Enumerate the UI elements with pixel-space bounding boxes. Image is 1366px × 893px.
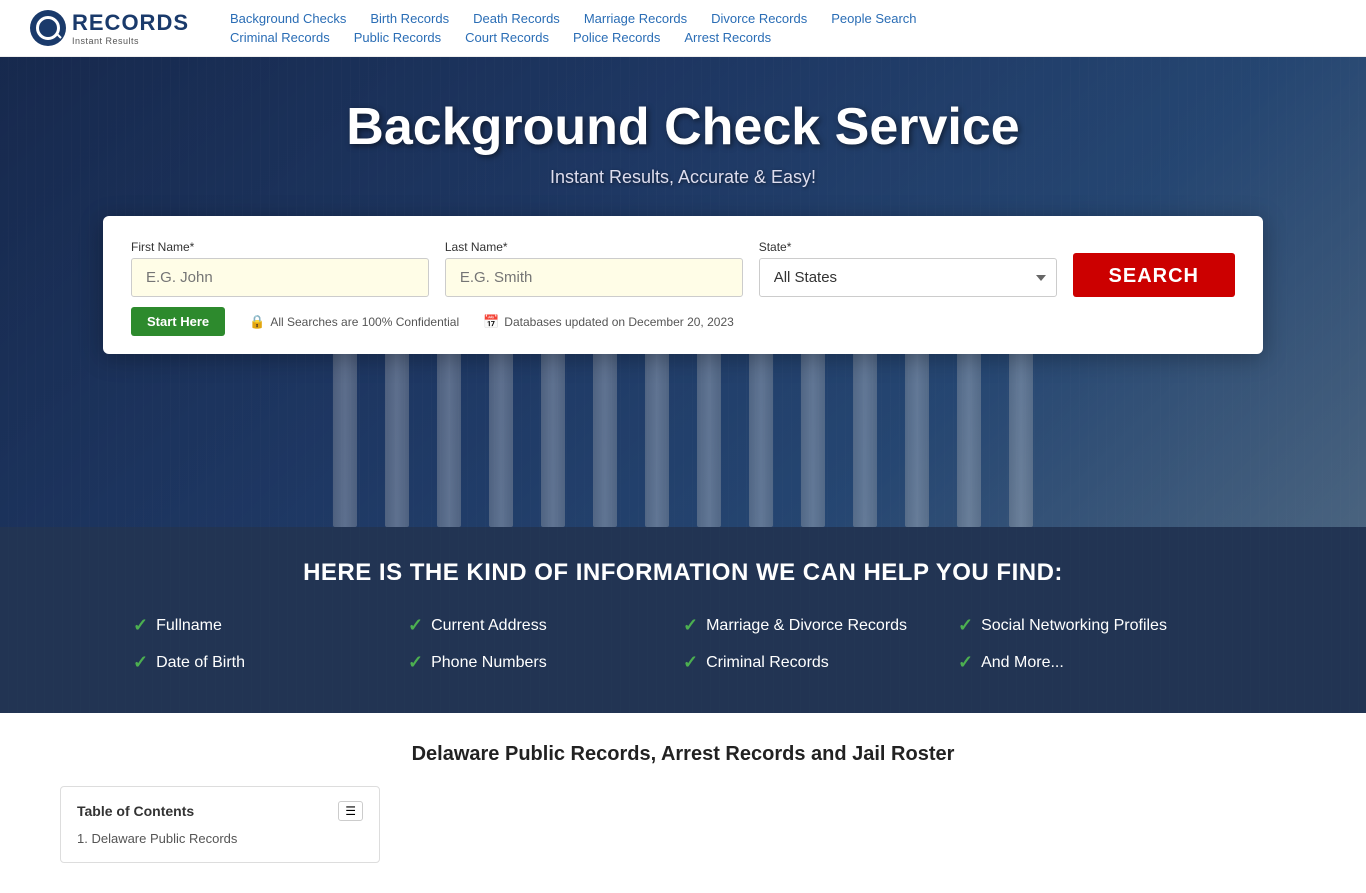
info-item: ✓ Marriage & Divorce Records xyxy=(683,611,958,640)
nav-link-public-records[interactable]: Public Records xyxy=(354,30,441,45)
nav-row-1: Background Checks Birth Records Death Reco… xyxy=(230,11,1336,26)
check-icon: ✓ xyxy=(958,652,973,673)
hero-subtitle: Instant Results, Accurate & Easy! xyxy=(550,167,816,188)
info-item: ✓ Social Networking Profiles xyxy=(958,611,1233,640)
info-item: ✓ Criminal Records xyxy=(683,648,958,677)
info-item-label: Fullname xyxy=(156,617,222,635)
nav-link-police-records[interactable]: Police Records xyxy=(573,30,660,45)
info-item: ✓ And More... xyxy=(958,648,1233,677)
logo-icon xyxy=(30,10,66,46)
check-icon: ✓ xyxy=(133,615,148,636)
check-icon: ✓ xyxy=(133,652,148,673)
info-item-label: Marriage & Divorce Records xyxy=(706,617,907,635)
hero-content: Background Check Service Instant Results… xyxy=(0,57,1366,354)
info-item: ✓ Current Address xyxy=(408,611,683,640)
nav-link-death-records[interactable]: Death Records xyxy=(473,11,560,26)
first-name-group: First Name* xyxy=(131,240,429,297)
nav-link-divorce-records[interactable]: Divorce Records xyxy=(711,11,807,26)
site-header: RECORDS Instant Results Background Check… xyxy=(0,0,1366,57)
confidential-label: All Searches are 100% Confidential xyxy=(270,315,459,329)
check-icon: ✓ xyxy=(683,652,698,673)
info-item-label: And More... xyxy=(981,654,1064,672)
check-icon: ✓ xyxy=(683,615,698,636)
nav-link-court-records[interactable]: Court Records xyxy=(465,30,549,45)
last-name-label: Last Name* xyxy=(445,240,743,254)
nav-rows: Background Checks Birth Records Death Reco… xyxy=(230,11,1336,45)
logo-text-area: RECORDS Instant Results xyxy=(72,10,189,46)
toc-box: Table of Contents ☰ 1. Delaware Public R… xyxy=(60,786,380,863)
lock-icon: 🔒 xyxy=(249,314,265,330)
search-box: First Name* Last Name* State* All States… xyxy=(103,216,1263,354)
first-name-label: First Name* xyxy=(131,240,429,254)
state-label: State* xyxy=(759,240,1057,254)
logo-subtext: Instant Results xyxy=(72,36,189,46)
info-item: ✓ Date of Birth xyxy=(133,648,408,677)
nav-link-background-checks[interactable]: Background Checks xyxy=(230,11,346,26)
db-updated-label: Databases updated on December 20, 2023 xyxy=(504,315,734,329)
nav-link-birth-records[interactable]: Birth Records xyxy=(370,11,449,26)
toc-heading: Table of Contents xyxy=(77,803,194,819)
search-fields: First Name* Last Name* State* All States… xyxy=(131,240,1235,297)
info-item-label: Phone Numbers xyxy=(431,654,547,672)
last-name-group: Last Name* xyxy=(445,240,743,297)
info-item-label: Current Address xyxy=(431,617,547,635)
nav-row-2: Criminal Records Public Records Court Reco… xyxy=(230,30,1336,45)
nav-link-criminal-records[interactable]: Criminal Records xyxy=(230,30,330,45)
state-select[interactable]: All StatesAlabamaAlaskaArizonaArkansasCa… xyxy=(759,258,1057,297)
logo-handle xyxy=(56,33,62,39)
check-icon: ✓ xyxy=(958,615,973,636)
nav-link-arrest-records[interactable]: Arrest Records xyxy=(684,30,771,45)
search-button[interactable]: SEARCH xyxy=(1073,253,1235,297)
info-item-label: Social Networking Profiles xyxy=(981,617,1167,635)
nav-link-marriage-records[interactable]: Marriage Records xyxy=(584,11,687,26)
toc-toggle-button[interactable]: ☰ xyxy=(338,801,363,821)
first-name-input[interactable] xyxy=(131,258,429,297)
start-here-button[interactable]: Start Here xyxy=(131,307,225,336)
toc-items: 1. Delaware Public Records xyxy=(77,829,363,848)
toc-header: Table of Contents ☰ xyxy=(77,801,363,821)
info-heading: HERE IS THE KIND OF INFORMATION WE CAN H… xyxy=(60,559,1306,587)
logo-text: RECORDS xyxy=(72,10,189,36)
last-name-input[interactable] xyxy=(445,258,743,297)
info-item-label: Criminal Records xyxy=(706,654,829,672)
logo[interactable]: RECORDS Instant Results xyxy=(30,10,190,46)
info-item: ✓ Fullname xyxy=(133,611,408,640)
toc-item[interactable]: 1. Delaware Public Records xyxy=(77,829,363,848)
search-footer: Start Here 🔒 All Searches are 100% Confi… xyxy=(131,307,1235,336)
main-nav: Background Checks Birth Records Death Reco… xyxy=(230,11,1336,45)
check-icon: ✓ xyxy=(408,615,423,636)
info-grid: ✓ Fullname ✓ Current Address ✓ Marriage & Div… xyxy=(133,611,1233,677)
hero-section: Background Check Service Instant Results… xyxy=(0,57,1366,527)
db-updated-text: 📅 Databases updated on December 20, 2023 xyxy=(483,314,734,330)
nav-link-people-search[interactable]: People Search xyxy=(831,11,916,26)
state-group: State* All StatesAlabamaAlaskaArizonaArk… xyxy=(759,240,1057,297)
content-section: Delaware Public Records, Arrest Records … xyxy=(0,713,1366,893)
info-item: ✓ Phone Numbers xyxy=(408,648,683,677)
info-item-label: Date of Birth xyxy=(156,654,245,672)
check-icon: ✓ xyxy=(408,652,423,673)
page-title: Delaware Public Records, Arrest Records … xyxy=(60,743,1306,766)
calendar-icon: 📅 xyxy=(483,314,499,330)
info-section: HERE IS THE KIND OF INFORMATION WE CAN H… xyxy=(0,527,1366,713)
hero-title: Background Check Service xyxy=(346,97,1019,157)
confidential-text: 🔒 All Searches are 100% Confidential xyxy=(249,314,459,330)
